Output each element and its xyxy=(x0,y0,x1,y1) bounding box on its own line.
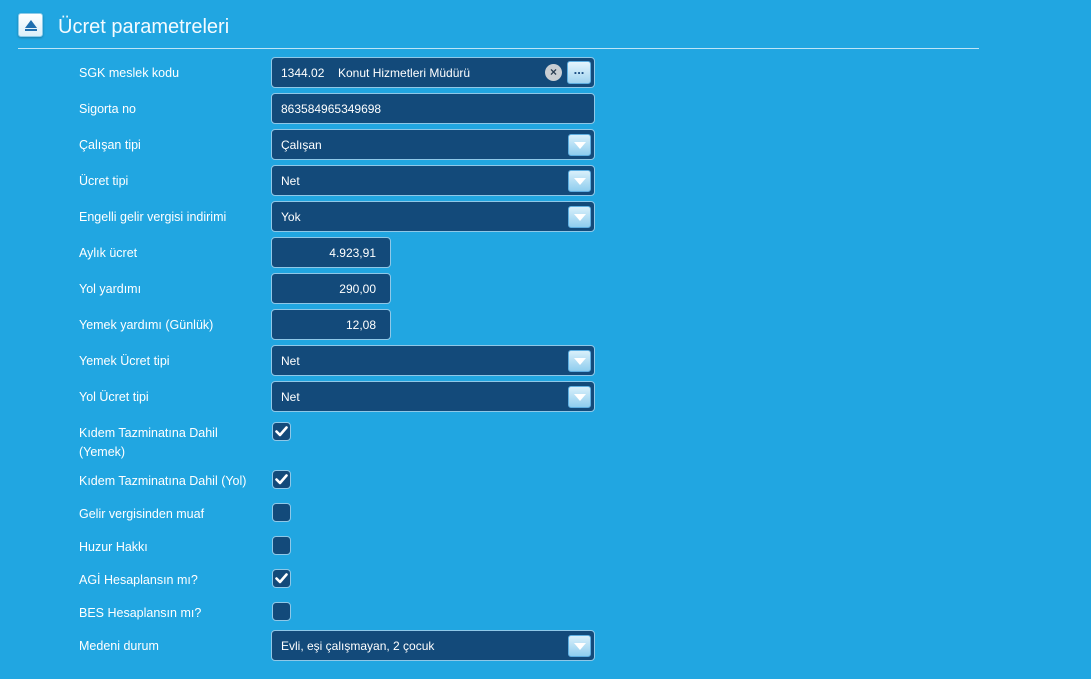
kidem-yemek-checkbox[interactable] xyxy=(272,422,291,441)
engelli-value: Yok xyxy=(281,210,301,224)
sigorta-input[interactable]: 863584965349698 xyxy=(271,93,595,124)
yol-yardimi-value: 290,00 xyxy=(339,282,376,296)
ucret-tipi-label: Ücret tipi xyxy=(79,174,129,188)
yemek-yardimi-input[interactable]: 12,08 xyxy=(271,309,391,340)
huzur-checkbox[interactable] xyxy=(272,536,291,555)
chevron-down-icon[interactable] xyxy=(568,635,591,657)
checkmark-icon xyxy=(275,573,288,584)
collapse-button[interactable] xyxy=(18,13,43,37)
yemek-ucret-tipi-label: Yemek Ücret tipi xyxy=(79,354,170,368)
kidem-yemek-label-line1: Kıdem Tazminatına Dahil xyxy=(79,426,218,440)
yol-ucret-tipi-label: Yol Ücret tipi xyxy=(79,390,149,404)
yol-yardimi-label: Yol yardımı xyxy=(79,282,142,296)
yemek-ucret-tipi-select[interactable]: Net xyxy=(271,345,595,376)
aylik-ucret-value: 4.923,91 xyxy=(329,246,376,260)
gelir-muaf-checkbox[interactable] xyxy=(272,503,291,522)
agi-label: AGİ Hesaplansın mı? xyxy=(79,573,198,587)
chevron-down-icon[interactable] xyxy=(568,170,591,192)
sgk-name: Konut Hizmetleri Müdürü xyxy=(338,66,471,80)
calisan-tipi-select[interactable]: Çalışan xyxy=(271,129,595,160)
kidem-yemek-label: Kıdem Tazminatına Dahil (Yemek) xyxy=(79,424,218,462)
ucret-tipi-select[interactable]: Net xyxy=(271,165,595,196)
sgk-code: 1344.02 xyxy=(281,66,325,80)
checkmark-icon xyxy=(275,474,288,485)
yemek-yardimi-value: 12,08 xyxy=(345,318,376,332)
yol-yardimi-input[interactable]: 290,00 xyxy=(271,273,391,304)
sigorta-value: 863584965349698 xyxy=(281,102,382,116)
aylik-ucret-input[interactable]: 4.923,91 xyxy=(271,237,391,268)
calisan-tipi-value: Çalışan xyxy=(281,138,322,152)
yol-ucret-tipi-select[interactable]: Net xyxy=(271,381,595,412)
kidem-yol-checkbox[interactable] xyxy=(272,470,291,489)
calisan-tipi-label: Çalışan tipi xyxy=(79,138,141,152)
engelli-select[interactable]: Yok xyxy=(271,201,595,232)
checkmark-icon xyxy=(275,426,288,437)
kidem-yemek-label-line2: (Yemek) xyxy=(79,445,126,459)
bes-label: BES Hesaplansın mı? xyxy=(79,606,202,620)
ucret-tipi-value: Net xyxy=(281,174,300,188)
section-header: Ücret parametreleri xyxy=(18,12,979,49)
agi-checkbox[interactable] xyxy=(272,569,291,588)
chevron-down-icon[interactable] xyxy=(568,206,591,228)
clear-icon[interactable]: × xyxy=(545,64,562,81)
aylik-ucret-label: Aylık ücret xyxy=(79,246,138,260)
chevron-up-icon xyxy=(25,20,37,31)
sgk-label: SGK meslek kodu xyxy=(79,66,180,80)
browse-button[interactable]: ... xyxy=(567,61,591,84)
medeni-durum-value: Evli, eşi çalışmayan, 2 çocuk xyxy=(281,639,435,653)
yemek-ucret-tipi-value: Net xyxy=(281,354,300,368)
yemek-yardimi-label: Yemek yardımı (Günlük) xyxy=(79,318,214,332)
chevron-down-icon[interactable] xyxy=(568,386,591,408)
bes-checkbox[interactable] xyxy=(272,602,291,621)
medeni-durum-label: Medeni durum xyxy=(79,639,159,653)
sigorta-label: Sigorta no xyxy=(79,102,136,116)
engelli-label: Engelli gelir vergisi indirimi xyxy=(79,210,227,224)
sgk-lookup-field[interactable]: 1344.02 Konut Hizmetleri Müdürü × ... xyxy=(271,57,595,88)
gelir-muaf-label: Gelir vergisinden muaf xyxy=(79,507,205,521)
yol-ucret-tipi-value: Net xyxy=(281,390,300,404)
huzur-label: Huzur Hakkı xyxy=(79,540,148,554)
chevron-down-icon[interactable] xyxy=(568,134,591,156)
medeni-durum-select[interactable]: Evli, eşi çalışmayan, 2 çocuk xyxy=(271,630,595,661)
chevron-down-icon[interactable] xyxy=(568,350,591,372)
section-title: Ücret parametreleri xyxy=(58,16,230,38)
kidem-yol-label: Kıdem Tazminatına Dahil (Yol) xyxy=(79,474,247,488)
